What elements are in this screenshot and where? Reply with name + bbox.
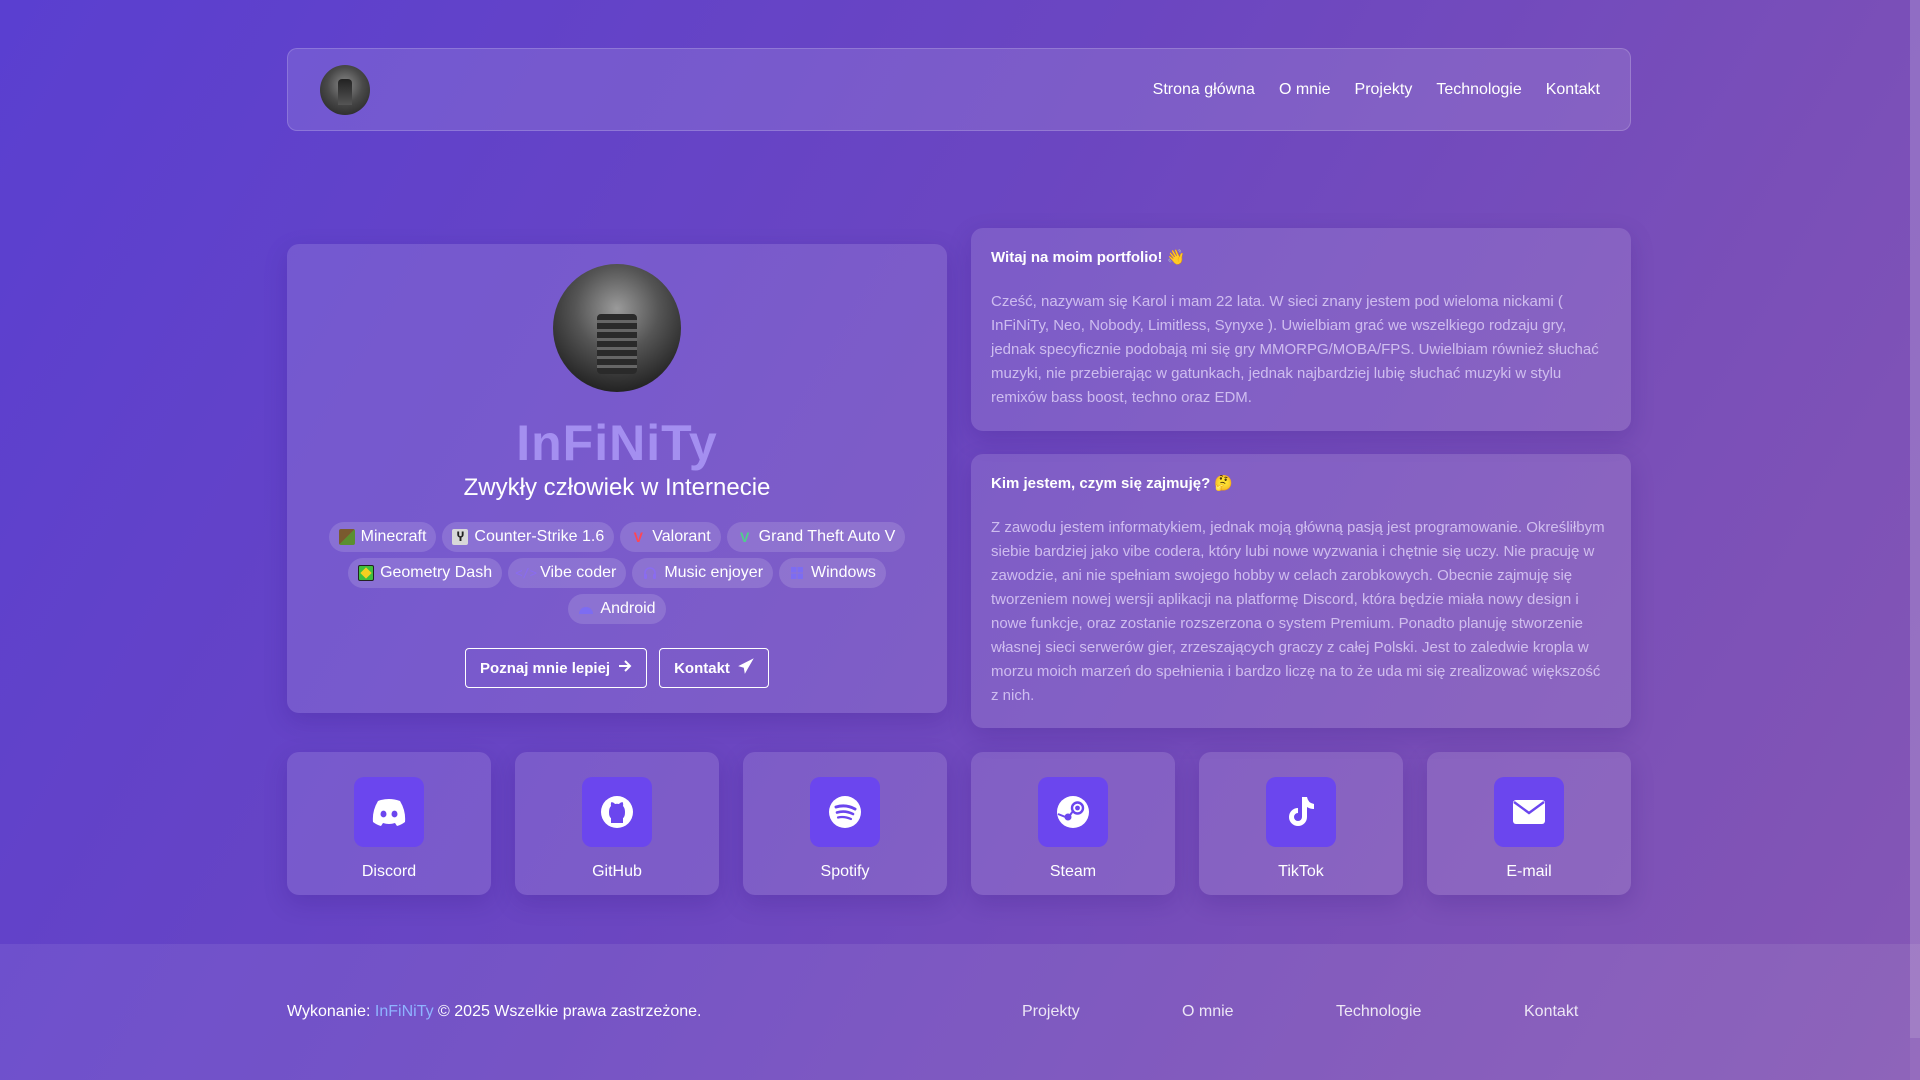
profile-buttons: Poznaj mnie lepiej Kontakt <box>465 648 769 688</box>
contact-button-label: Kontakt <box>674 659 730 677</box>
steam-icon <box>1038 777 1108 847</box>
tag-label: Geometry Dash <box>380 564 493 581</box>
social-email[interactable]: E-mail <box>1427 752 1631 895</box>
footer-link-projects[interactable]: Projekty <box>1022 1003 1080 1021</box>
geometry-dash-icon <box>358 565 375 581</box>
android-icon <box>578 601 594 617</box>
profile-card: InFiNiTy Zwykły człowiek w Internecie Mi… <box>287 244 947 713</box>
social-label: Discord <box>361 863 417 880</box>
windows-icon <box>789 565 805 581</box>
social-spotify[interactable]: Spotify <box>743 752 947 895</box>
nav-link-home[interactable]: Strona główna <box>1153 81 1255 99</box>
social-label: TikTok <box>1278 863 1324 880</box>
github-icon <box>582 777 652 847</box>
tag-vibe-coder: </> Vibe coder <box>508 558 627 588</box>
nav-avatar[interactable] <box>320 64 370 115</box>
tag-label: Music enjoyer <box>664 564 764 581</box>
tag-windows: Windows <box>779 558 886 588</box>
social-label: Spotify <box>820 863 870 880</box>
tag-music-enjoyer: Music enjoyer <box>632 558 774 588</box>
spotify-icon <box>810 777 880 847</box>
tag-label: Counter-Strike 1.6 <box>474 528 605 545</box>
code-icon: </> <box>515 566 537 580</box>
footer-copyright: © 2025 Wszelkie prawa zastrzeżone. <box>438 1003 702 1020</box>
tag-label: Valorant <box>652 528 711 545</box>
scrollbar-thumb[interactable] <box>1910 0 1920 1038</box>
welcome-card: Witaj na moim portfolio! 👋 Cześć, nazywa… <box>971 228 1631 431</box>
navbar: Strona główna O mnie Projekty Technologi… <box>287 48 1631 131</box>
nav-link-about[interactable]: O mnie <box>1279 81 1331 99</box>
about-text: Z zawodu jestem informatykiem, jednak mo… <box>991 519 1605 704</box>
tag-gta: V Grand Theft Auto V <box>726 522 906 552</box>
discord-icon <box>354 777 424 847</box>
tag-minecraft: Minecraft <box>328 522 437 552</box>
welcome-text: Cześć, nazywam się Karol i mam 22 lata. … <box>991 293 1599 406</box>
social-label: E-mail <box>1506 863 1552 880</box>
welcome-title: Witaj na moim portfolio! 👋 <box>991 249 1186 266</box>
nav-link-projects[interactable]: Projekty <box>1355 81 1413 99</box>
footer-credit: Wykonanie: InFiNiTy © 2025 Wszelkie praw… <box>287 1003 702 1021</box>
about-title: Kim jestem, czym się zajmuję? 🤔 <box>991 475 1234 492</box>
interest-tags: Minecraft Ⴤ Counter-Strike 1.6 V Valoran… <box>307 522 927 624</box>
tag-label: Minecraft <box>360 528 427 545</box>
headphones-icon <box>642 565 658 581</box>
tag-counter-strike: Ⴤ Counter-Strike 1.6 <box>442 522 615 552</box>
social-github[interactable]: GitHub <box>515 752 719 895</box>
social-steam[interactable]: Steam <box>971 752 1175 895</box>
footer-brand-link[interactable]: InFiNiTy <box>375 1003 434 1020</box>
tag-valorant: V Valorant <box>620 522 721 552</box>
arrow-right-icon <box>618 659 632 677</box>
nav-links: Strona główna O mnie Projekty Technologi… <box>1129 81 1600 99</box>
footer: Wykonanie: InFiNiTy © 2025 Wszelkie praw… <box>0 944 1920 1080</box>
profile-avatar <box>553 264 681 392</box>
tag-label: Android <box>600 600 656 617</box>
about-me-button[interactable]: Poznaj mnie lepiej <box>465 648 648 688</box>
social-label: Steam <box>1049 863 1097 880</box>
contact-button[interactable]: Kontakt <box>659 648 769 688</box>
about-me-button-label: Poznaj mnie lepiej <box>480 659 611 677</box>
social-discord[interactable]: Discord <box>287 752 491 895</box>
about-card: Kim jestem, czym się zajmuję? 🤔 Z zawodu… <box>971 454 1631 728</box>
social-tiktok[interactable]: TikTok <box>1199 752 1403 895</box>
footer-link-technologies[interactable]: Technologie <box>1336 1003 1421 1021</box>
tag-geometry-dash: Geometry Dash <box>348 558 503 588</box>
gta-icon: V <box>740 529 750 545</box>
tag-label: Vibe coder <box>540 564 617 581</box>
tag-label: Windows <box>811 564 876 581</box>
counter-strike-icon: Ⴤ <box>452 529 469 545</box>
profile-tagline: Zwykły człowiek w Internecie <box>463 474 771 501</box>
footer-credit-prefix: Wykonanie: <box>287 1003 371 1020</box>
valorant-icon: V <box>633 529 643 545</box>
footer-link-contact[interactable]: Kontakt <box>1524 1003 1578 1021</box>
tiktok-icon <box>1266 777 1336 847</box>
tag-android: Android <box>568 594 666 624</box>
scrollbar[interactable] <box>1910 0 1920 1080</box>
email-icon <box>1494 777 1564 847</box>
paper-plane-icon <box>738 658 754 678</box>
nav-link-contact[interactable]: Kontakt <box>1546 81 1600 99</box>
nav-link-technologies[interactable]: Technologie <box>1436 81 1521 99</box>
footer-link-about[interactable]: O mnie <box>1182 1003 1234 1021</box>
profile-name: InFiNiTy <box>516 415 718 471</box>
social-label: GitHub <box>592 863 642 880</box>
minecraft-icon <box>338 529 355 545</box>
social-links: Discord GitHub Spotify Steam TikTok E-ma… <box>287 752 1631 895</box>
tag-label: Grand Theft Auto V <box>758 528 896 545</box>
